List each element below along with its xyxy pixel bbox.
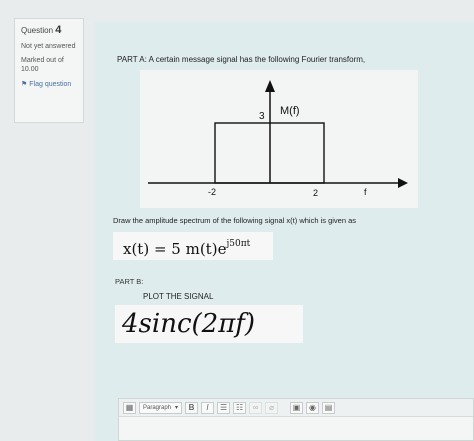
left-tick-label: -2 — [208, 187, 216, 197]
frequency-axis-arrowhead — [398, 178, 408, 188]
amplitude-axis-arrowhead — [265, 80, 275, 92]
sinc-expression: 4sinc(2πf) — [115, 305, 303, 343]
unordered-list-button[interactable]: ☰ — [217, 401, 231, 414]
unlink-icon: ⌀ — [269, 403, 274, 412]
unlink-button[interactable]: ⌀ — [265, 401, 279, 414]
italic-button[interactable]: I — [201, 401, 215, 414]
function-label: M(f) — [280, 105, 300, 117]
marked-out-of-value: 10.00 — [21, 66, 39, 74]
ordered-list-button[interactable]: ☷ — [233, 401, 247, 414]
flag-question-label: Flag question — [29, 80, 72, 88]
unordered-list-icon: ☰ — [219, 403, 228, 412]
frequency-axis-label: f — [364, 187, 367, 197]
part-a-text: PART A: A certain message signal has the… — [117, 55, 366, 64]
media-button[interactable]: ◉ — [306, 401, 320, 414]
fourier-transform-figure: 3 M(f) -2 2 f — [140, 70, 418, 208]
toolbar-toggle-icon: ▦ — [125, 403, 134, 412]
paragraph-style-label: Paragraph — [143, 404, 172, 411]
ordered-list-icon: ☷ — [235, 403, 244, 412]
image-icon: ▣ — [292, 403, 301, 412]
question-number-value: 4 — [55, 24, 62, 36]
chevron-down-icon: ▾ — [175, 405, 179, 411]
bold-button[interactable]: B — [185, 401, 199, 414]
question-info-panel: Question 4 Not yet answered Marked out o… — [14, 18, 84, 123]
right-tick-label: 2 — [313, 188, 318, 198]
marked-out-of-label: Marked out of — [21, 57, 64, 65]
question-status: Not yet answered — [21, 43, 76, 51]
image-button[interactable]: ▣ — [290, 401, 304, 414]
link-button[interactable]: ∞ — [249, 401, 263, 414]
file-icon: ▤ — [324, 403, 333, 412]
question-number: Question 4 — [21, 23, 77, 37]
height-label: 3 — [259, 111, 265, 122]
media-icon: ◉ — [309, 403, 317, 412]
question-label: Question — [21, 26, 54, 35]
plot-signal-label: PLOT THE SIGNAL — [143, 292, 214, 301]
editor-toolbar: ▦ Paragraph ▾ B I ☰ ☷ ∞ ⌀ ▣ ◉ ▤ — [119, 399, 473, 417]
signal-equation-base: x(t) = 5 m(t)e — [123, 240, 227, 258]
italic-label: I — [206, 403, 209, 412]
signal-equation-exponent: j50πt — [226, 239, 251, 249]
bold-label: B — [188, 403, 195, 412]
link-icon: ∞ — [252, 403, 259, 412]
draw-instruction: Draw the amplitude spectrum of the follo… — [113, 216, 357, 225]
signal-equation: x(t) = 5 m(t)ej50πt — [113, 232, 273, 260]
toolbar-toggle-button[interactable]: ▦ — [123, 401, 136, 414]
spectrum-diagram: 3 M(f) -2 2 f — [148, 80, 408, 198]
answer-editor[interactable]: ▦ Paragraph ▾ B I ☰ ☷ ∞ ⌀ ▣ ◉ ▤ — [118, 398, 474, 441]
flag-icon: ⚑ — [21, 80, 28, 88]
paragraph-style-select[interactable]: Paragraph ▾ — [139, 401, 183, 414]
file-button[interactable]: ▤ — [322, 401, 336, 414]
part-b-label: PART B: — [115, 277, 144, 286]
flag-question-link[interactable]: ⚑ Flag question — [21, 80, 77, 89]
